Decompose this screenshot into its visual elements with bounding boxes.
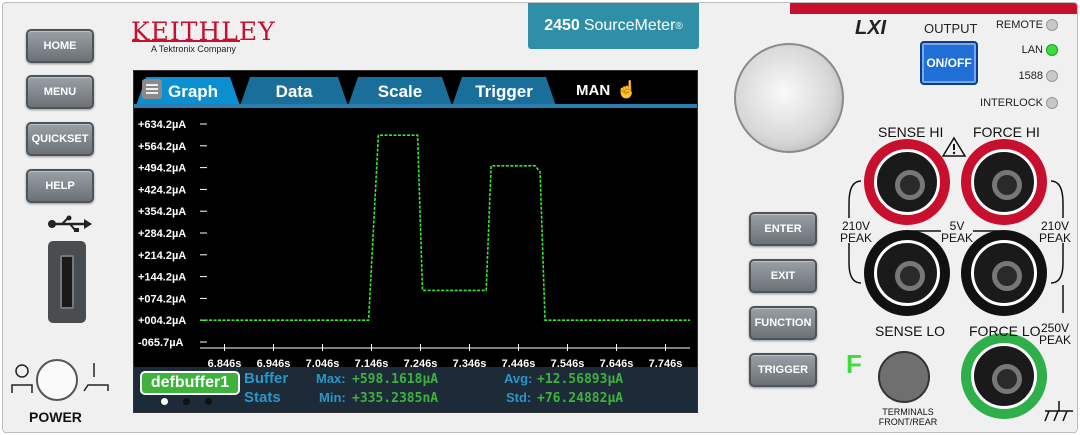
model-mark: ® [675,20,683,32]
touch-hand-icon: ☝ [616,80,638,99]
y-tick-label: +424.2µA [138,184,186,196]
x-tick-label: 7.646s [600,358,634,367]
lxi-logo: LXI [855,17,887,39]
lan-indicator-label: LAN [1021,44,1043,56]
page-dot-1[interactable] [161,398,168,405]
min-label: Min: [319,390,346,405]
y-tick-label: -065.7µA [138,337,184,349]
power-off-symbol-icon [11,364,33,393]
usb-icon [48,215,92,232]
enter-button[interactable]: ENTER [749,212,817,246]
lan-indicator-led [1046,44,1058,56]
x-tick-label: 7.746s [649,358,683,367]
y-tick-label: +354.2µA [138,206,186,218]
interlock-indicator-label: INTERLOCK [980,97,1043,109]
front-terminals-indicator: F [846,349,862,379]
x-tick-label: 7.146s [355,358,389,367]
stats-label: Stats [244,389,281,406]
tab-graph-label: Graph [168,81,219,101]
y-tick-label: +004.2µA [138,315,186,327]
terminals-front-rear-button[interactable] [878,351,930,403]
buffer-stats-bar: defbuffer1 Buffer Stats Max: +598.1618µA… [134,367,697,412]
x-tick-label: 7.346s [453,358,487,367]
function-button[interactable]: FUNCTION [749,306,817,340]
brand-subtitle: A Tektronix Company [151,44,236,54]
tab-data[interactable]: Data [240,77,348,106]
sense-hi-label: SENSE HI [878,124,944,140]
brand-underline [132,40,240,42]
x-tick-label: 6.946s [257,358,291,367]
instrument-front-panel: HOME MENU QUICKSET HELP POWER KEITHLEY A… [2,2,1078,433]
model-number: 2450 [544,17,580,34]
x-tick-label: 7.246s [404,358,438,367]
navigation-knob[interactable] [734,43,844,153]
ground-icon [1044,401,1073,422]
avg-value: +12.56893µA [537,372,624,387]
ptp-indicator-label: 1588 [1018,70,1043,82]
terminals-select-label: TERMINALS FRONT/REAR [878,407,938,427]
usb-port[interactable] [48,241,86,323]
quickset-button[interactable]: QUICKSET [26,122,94,156]
warning-icon [941,136,967,157]
power-button[interactable] [36,359,78,401]
std-label: Std: [506,390,532,405]
buffer-label: Buffer [244,370,289,387]
y-tick-label: +564.2µA [138,141,186,153]
power-on-symbol-icon [83,363,109,392]
terminal-bracket-lines [848,180,1064,313]
avg-label: Avg: [504,371,533,386]
page-dot-2[interactable] [183,398,190,405]
trigger-button[interactable]: TRIGGER [749,353,817,387]
peak-left-label: 210V PEAK [839,219,872,245]
force-lo-label: FORCE LO [969,323,1041,339]
tab-scale[interactable]: Scale [348,77,452,106]
x-tick-label: 6.846s [208,358,242,367]
accent-bar [790,3,1077,14]
y-tick-label: +074.2µA [138,293,186,305]
model-badge: 2450 SourceMeter ® [528,3,699,49]
x-tick-label: 7.046s [306,358,340,367]
peak-mid-label: 5V PEAK [940,219,973,245]
peak-bottom-label: 250V PEAK [1038,321,1071,347]
y-tick-label: +634.2µA [138,119,186,131]
interlock-indicator-led [1046,97,1058,109]
series-line-1 [200,134,690,321]
remote-indicator-label: REMOTE [995,19,1043,31]
ptp-indicator-led [1046,70,1058,82]
max-value: +598.1618µA [352,372,439,387]
remote-indicator-led [1046,19,1058,31]
std-value: +76.24882µA [537,391,624,406]
touchscreen: Graph Data Scale Trigger MAN ☝ +634.2µA +… [133,70,698,413]
page-dot-3[interactable] [205,398,212,405]
range-mode-label[interactable]: MAN [576,82,610,99]
menu-button[interactable]: MENU [26,75,94,109]
power-label: POWER [29,409,82,425]
x-tick-label: 7.546s [551,358,585,367]
buffer-selector[interactable]: defbuffer1 [140,371,240,395]
hamburger-menu-icon[interactable] [142,79,162,99]
model-name: SourceMeter [583,17,676,34]
min-value: +335.2385nA [352,391,439,406]
peak-right-label: 210V PEAK [1038,219,1071,245]
sense-lo-label: SENSE LO [875,323,946,339]
max-label: Max: [316,371,346,386]
graph-plot[interactable]: +634.2µA +564.2µA +494.2µA +424.2µA +354.2µA… [134,108,697,367]
y-tick-label: +214.2µA [138,250,186,262]
force-hi-label: FORCE HI [973,124,1040,140]
help-button[interactable]: HELP [26,169,94,203]
tab-bar: Graph Data Scale Trigger MAN ☝ [134,71,697,108]
home-button[interactable]: HOME [26,29,94,63]
exit-button[interactable]: EXIT [749,259,817,293]
tab-trigger[interactable]: Trigger [452,77,556,106]
x-tick-label: 7.446s [502,358,536,367]
y-tick-label: +144.2µA [138,272,186,284]
y-tick-label: +284.2µA [138,228,186,240]
y-tick-label: +494.2µA [138,163,186,175]
